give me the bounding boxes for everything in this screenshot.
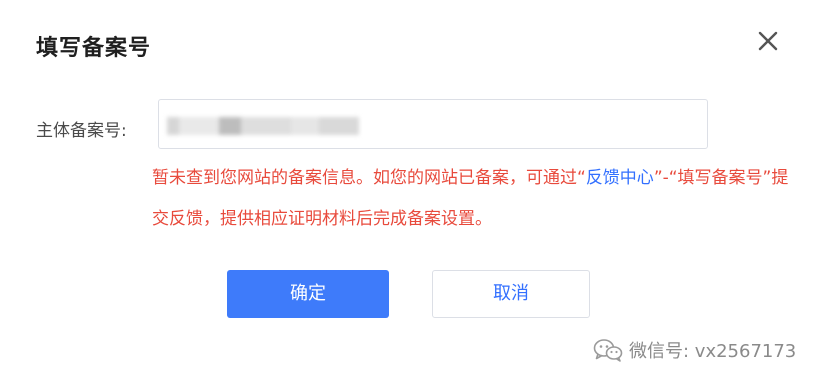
confirm-button[interactable]: 确定: [227, 270, 389, 318]
wechat-icon: [593, 339, 623, 362]
close-icon[interactable]: [755, 28, 781, 54]
dialog-title: 填写备案号: [36, 36, 152, 61]
record-number-input[interactable]: [158, 99, 708, 149]
watermark-text: 微信号: vx2567173: [629, 341, 797, 362]
redacted-value: [167, 117, 367, 135]
error-message: 暂未查到您网站的备案信息。如您的网站已备案，可通过“反馈中心”-“填写备案号”提…: [152, 158, 792, 240]
watermark: 微信号: vx2567173: [593, 337, 796, 363]
error-text-part1: 暂未查到您网站的备案信息。如您的网站已备案，可通过“: [152, 168, 586, 188]
record-number-label: 主体备案号:: [36, 121, 127, 141]
feedback-center-link[interactable]: 反馈中心: [586, 168, 654, 188]
cancel-button[interactable]: 取消: [432, 270, 590, 318]
record-number-dialog: 填写备案号 主体备案号: 暂未查到您网站的备案信息。如您的网站已备案，可通过“反…: [0, 0, 821, 385]
